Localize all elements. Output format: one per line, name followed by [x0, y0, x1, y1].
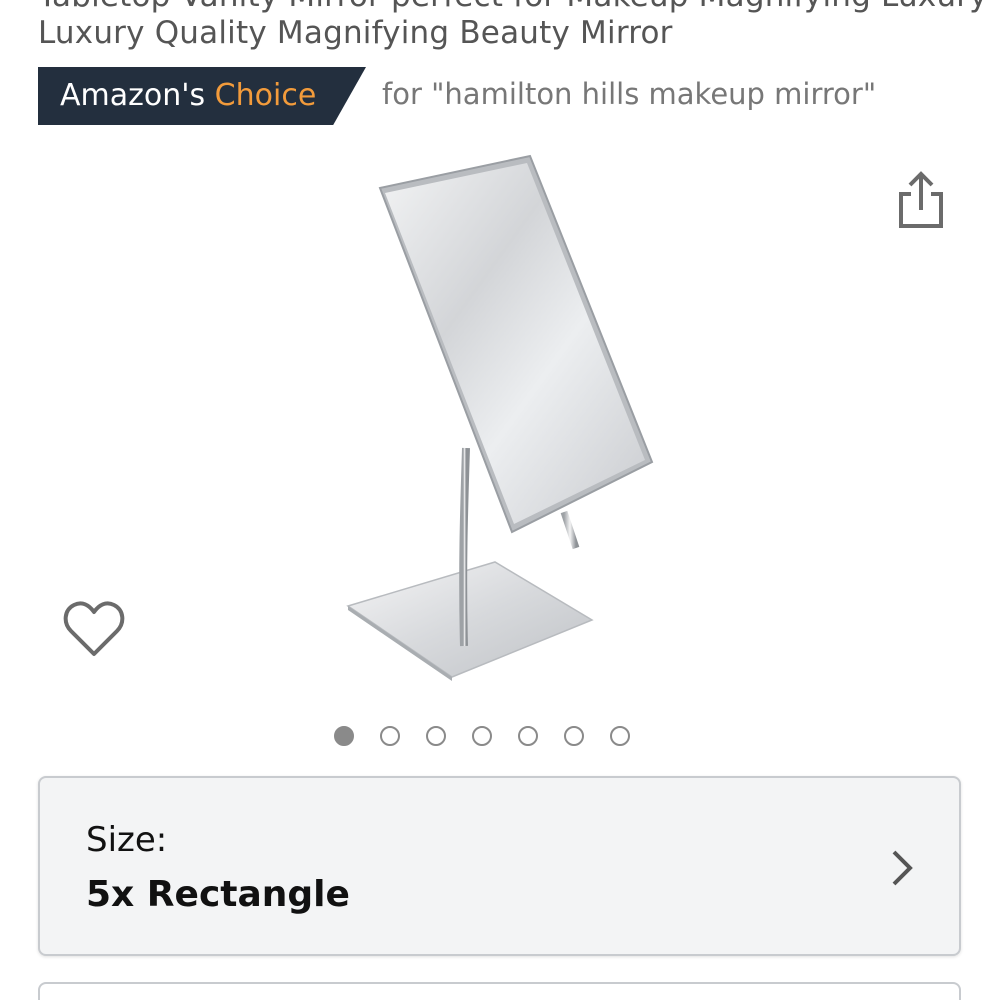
size-selector[interactable]: Size: 5x Rectangle	[38, 776, 961, 956]
share-icon[interactable]	[893, 168, 949, 230]
carousel-dot[interactable]	[426, 726, 446, 746]
carousel-dot[interactable]	[472, 726, 492, 746]
size-value: 5x Rectangle	[86, 874, 350, 915]
product-title-line-2: Luxury Quality Magnifying Beauty Mirror	[38, 15, 673, 51]
chevron-right-icon	[889, 848, 915, 888]
badge-choice-label: Choice	[214, 78, 317, 113]
next-option-box[interactable]	[38, 982, 961, 1000]
carousel-dot[interactable]	[518, 726, 538, 746]
carousel-dots[interactable]	[334, 726, 630, 746]
amazons-choice-badge[interactable]: Amazon's Choice	[38, 67, 366, 125]
carousel-dot[interactable]	[564, 726, 584, 746]
heart-icon[interactable]	[62, 598, 126, 660]
product-page: Tabletop Vanity Mirror perfect for Makeu…	[0, 0, 1000, 1000]
badge-text: Amazon's Choice	[60, 78, 316, 113]
badge-query-text[interactable]: for "hamilton hills makeup mirror"	[382, 77, 876, 111]
size-label: Size:	[86, 820, 168, 860]
product-image[interactable]	[340, 150, 670, 690]
carousel-dot[interactable]	[610, 726, 630, 746]
product-title-line-1: Tabletop Vanity Mirror perfect for Makeu…	[38, 0, 988, 14]
carousel-dot[interactable]	[380, 726, 400, 746]
badge-amazon-label: Amazon's	[60, 78, 206, 113]
carousel-dot[interactable]	[334, 726, 354, 746]
